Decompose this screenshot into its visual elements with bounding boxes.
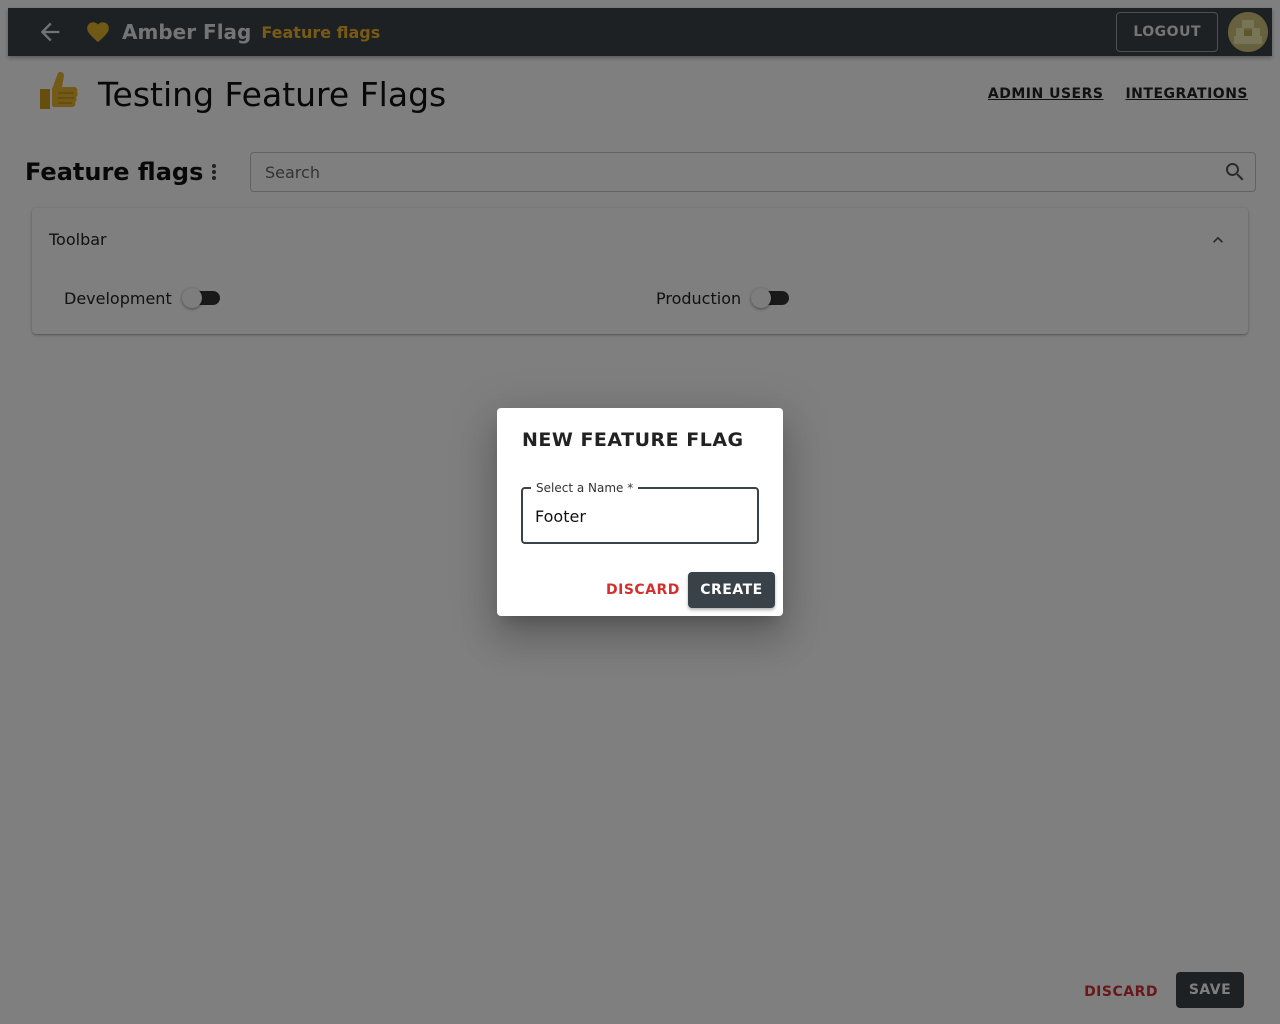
page: Amber Flag Feature flags LOGOUT Testing … — [0, 0, 1280, 1024]
dialog-title: NEW FEATURE FLAG — [522, 429, 744, 451]
name-input[interactable] — [535, 505, 745, 527]
dialog-discard-button[interactable]: DISCARD — [597, 572, 689, 608]
required-mark: * — [627, 481, 634, 495]
name-field-label: Select a Name * — [531, 480, 639, 496]
name-field: Select a Name * — [521, 480, 759, 544]
create-button[interactable]: CREATE — [688, 572, 775, 608]
name-field-label-text: Select a Name — [536, 481, 624, 495]
new-feature-flag-dialog: NEW FEATURE FLAG Select a Name * DISCARD… — [497, 408, 783, 616]
